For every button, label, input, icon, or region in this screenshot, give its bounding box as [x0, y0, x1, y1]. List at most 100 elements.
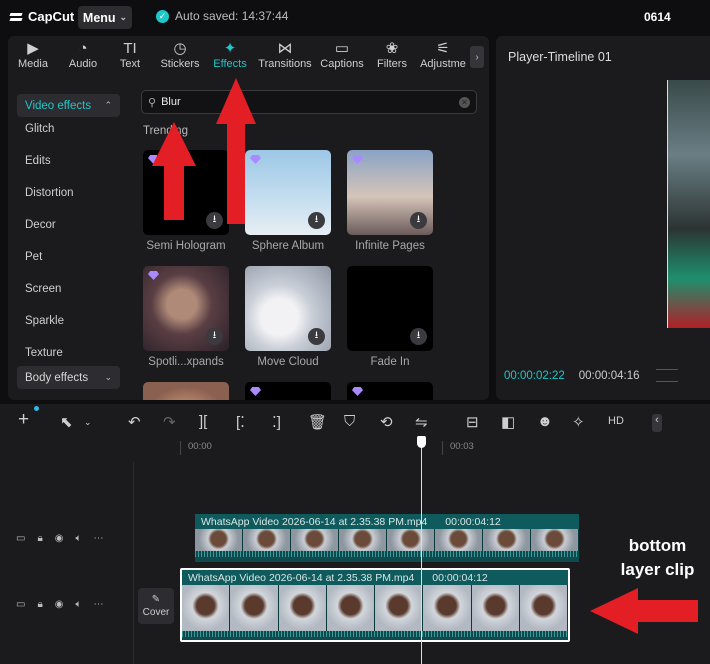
autosave-text: Auto saved: 14:37:44	[175, 9, 289, 23]
tab-effects[interactable]: ✦ Effects	[210, 40, 250, 76]
annotation-line: bottom	[628, 536, 687, 555]
tabs-scroll-right-button[interactable]: ›	[470, 46, 484, 68]
undo-icon[interactable]: ↶	[128, 413, 141, 431]
category-label: Video effects	[25, 99, 92, 112]
crop-icon[interactable]: ⟲	[380, 413, 393, 431]
timeline-ruler[interactable]: 00:00 00:03	[180, 441, 710, 455]
ruler-tick	[180, 441, 181, 455]
arrow-head	[590, 588, 638, 634]
tab-filters[interactable]: ❀ Filters	[374, 40, 410, 76]
lock-icon[interactable]: 🔒︎	[37, 533, 42, 544]
cover-label: Cover	[142, 607, 170, 618]
tab-stickers[interactable]: ◷ Stickers	[158, 40, 202, 76]
download-icon[interactable]: ⭳	[410, 212, 427, 229]
eye-icon[interactable]: ◉	[55, 599, 64, 610]
more-icon[interactable]: ⋯	[94, 533, 104, 544]
auto-reframe-icon[interactable]: ⊟	[466, 413, 479, 431]
add-icon[interactable]: +	[18, 409, 29, 431]
hd-icon[interactable]: HD	[608, 415, 624, 427]
arrow-shaft	[164, 164, 184, 220]
cover-button[interactable]: ✎ Cover	[138, 588, 174, 624]
annotation-line: layer clip	[620, 560, 695, 579]
tab-captions[interactable]: ▭ Captions	[318, 40, 366, 76]
chevron-up-icon: ⌃	[104, 100, 112, 110]
sidebar-item-decor[interactable]: Decor	[25, 219, 56, 231]
split-icon[interactable]: ][	[199, 413, 207, 430]
clip-duration: 00:00:04:12	[445, 515, 501, 528]
tab-adjustment[interactable]: ⚟ Adjustme	[418, 40, 468, 76]
trim-left-icon[interactable]: [⁚	[236, 413, 245, 431]
redo-icon[interactable]: ↷	[163, 413, 176, 431]
download-icon[interactable]: ⭳	[206, 328, 223, 345]
more-icon[interactable]: ⋯	[94, 599, 104, 610]
effect-card[interactable]: ⭳ Spotli...xpands	[143, 266, 229, 368]
search-input[interactable]	[161, 96, 454, 108]
mirror-icon[interactable]: ⇋	[415, 413, 428, 431]
eye-icon[interactable]: ◉	[55, 533, 64, 544]
timeline-clip-top[interactable]: WhatsApp Video 2026-06-14 at 2.35.38 PM.…	[195, 514, 579, 562]
arrow-shaft	[227, 122, 245, 224]
sidebar-item-distortion[interactable]: Distortion	[25, 187, 74, 199]
premium-diamond-icon	[352, 155, 363, 164]
marker-icon[interactable]: ⛉	[344, 413, 355, 430]
sidebar-item-screen[interactable]: Screen	[25, 283, 61, 295]
tab-text[interactable]: TI Text	[114, 40, 146, 76]
premium-diamond-icon	[352, 387, 363, 396]
clear-search-button[interactable]: ✕	[459, 96, 470, 108]
sidebar-item-texture[interactable]: Texture	[25, 347, 63, 359]
tab-audio[interactable]: ◔ Audio	[64, 40, 102, 76]
collapse-toolbar-button[interactable]: ‹	[652, 414, 662, 432]
effect-label: Fade In	[370, 356, 410, 368]
ruler-tick	[442, 441, 443, 455]
download-icon[interactable]: ⭳	[308, 328, 325, 345]
player-panel: Player-Timeline 01 00:00:02:22 00:00:04:…	[496, 36, 710, 400]
volume-icon[interactable]: 🔈︎	[76, 533, 82, 544]
download-icon[interactable]: ⭳	[308, 212, 325, 229]
trim-right-icon[interactable]: ⁚]	[272, 413, 281, 431]
edit-icon: ✎	[151, 594, 161, 605]
effect-card[interactable]: ⭳ Move Cloud	[245, 266, 331, 368]
effect-card[interactable]: ⭳ Infinite Pages	[347, 150, 433, 252]
effect-card[interactable]: ⭳ Fade In	[347, 266, 433, 368]
sidebar-item-pet[interactable]: Pet	[25, 251, 42, 263]
download-icon[interactable]: ⭳	[410, 328, 427, 345]
grid-icon[interactable]	[656, 369, 678, 382]
clip-frames	[195, 529, 579, 551]
playhead[interactable]	[421, 436, 422, 664]
clip-frame	[519, 585, 568, 631]
lock-icon[interactable]: 🔒︎	[37, 599, 42, 610]
chevron-down-icon[interactable]: ⌄	[84, 417, 92, 428]
timeline-clip-bottom[interactable]: WhatsApp Video 2026-06-14 at 2.35.38 PM.…	[180, 568, 570, 642]
tab-label: Effects	[213, 58, 247, 70]
capcut-logo-icon	[10, 11, 24, 23]
select-pointer-icon[interactable]: ⬉	[60, 413, 73, 431]
video-preview[interactable]	[667, 80, 710, 328]
sidebar-item-sparkle[interactable]: Sparkle	[25, 315, 64, 327]
delete-icon[interactable]: 🗑	[308, 413, 327, 431]
check-icon: ✓	[156, 9, 169, 23]
effect-card[interactable]	[347, 382, 433, 400]
annotation-arrow-search	[152, 122, 196, 220]
volume-icon[interactable]: 🔈︎	[76, 599, 82, 610]
category-body-effects[interactable]: Body effects ⌄	[17, 366, 120, 389]
sidebar-item-edits[interactable]: Edits	[25, 155, 51, 167]
sidebar-item-glitch[interactable]: Glitch	[25, 123, 54, 135]
clip-name: WhatsApp Video 2026-06-14 at 2.35.38 PM.…	[188, 571, 415, 584]
adjust-icon: ⚟	[436, 40, 450, 57]
tab-media[interactable]: ▶ Media	[14, 40, 52, 76]
effect-card[interactable]	[245, 382, 331, 400]
audio-split-icon[interactable]: ◧	[501, 413, 515, 431]
effect-card[interactable]: ⭳ Sphere Album	[245, 150, 331, 252]
menu-button[interactable]: Menu ⌄	[78, 6, 132, 29]
effect-thumbnail	[245, 382, 331, 400]
playhead-handle[interactable]	[417, 436, 426, 448]
category-video-effects[interactable]: Video effects ⌃	[17, 94, 120, 117]
effects-search: ⚲ ✕	[141, 90, 477, 114]
effect-card[interactable]	[143, 382, 229, 400]
annotation-label: bottom layer clip	[605, 534, 710, 582]
magic-edit-icon[interactable]: ✧	[572, 413, 585, 431]
remove-background-icon[interactable]: ☻	[537, 413, 553, 430]
clip-frame	[531, 529, 579, 551]
clip-frame	[387, 529, 435, 551]
tab-transitions[interactable]: ⋈ Transitions	[256, 40, 314, 76]
